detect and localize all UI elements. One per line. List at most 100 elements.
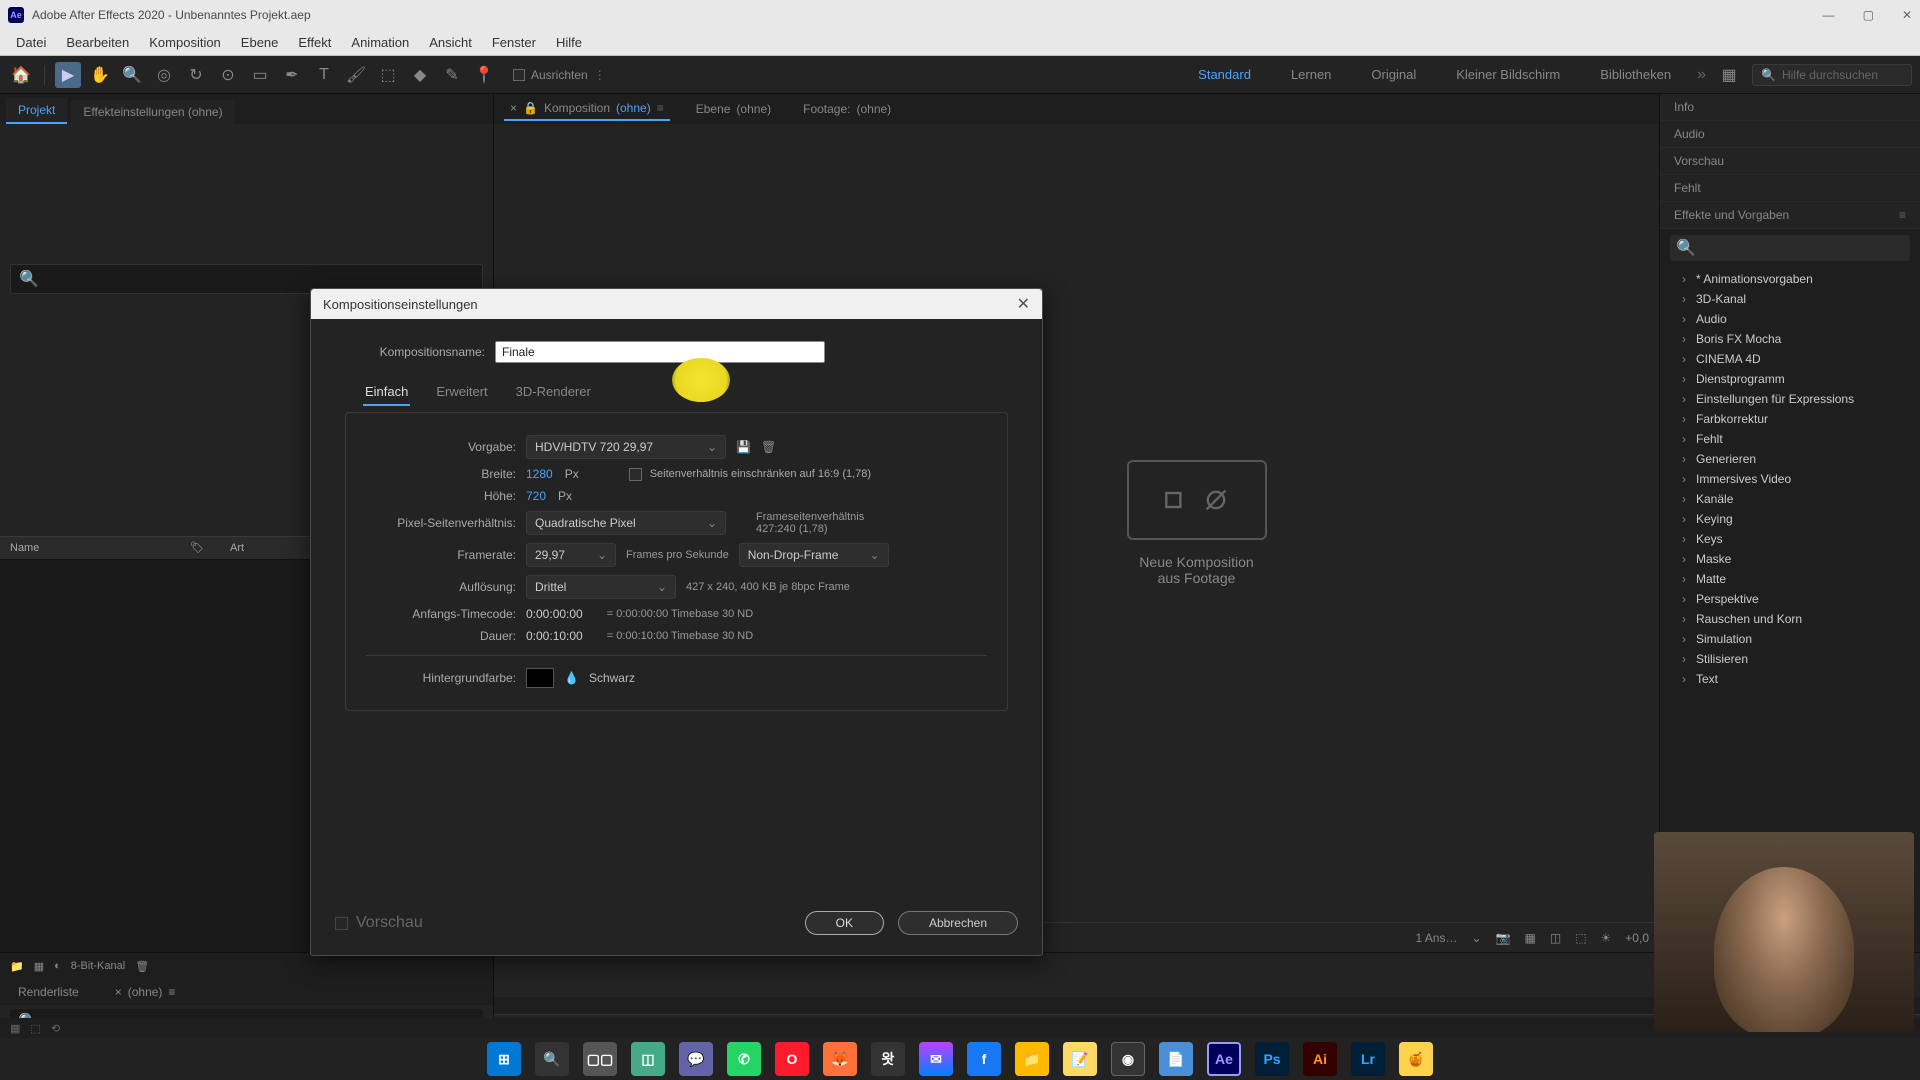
hamburger-icon[interactable]: ≡ [1899,208,1906,222]
tree-item[interactable]: 3D-Kanal [1660,289,1920,309]
taskbar-lr-icon[interactable]: Lr [1351,1042,1385,1076]
workspace-original[interactable]: Original [1371,67,1416,82]
width-value[interactable]: 1280 [526,467,553,481]
minimize-button[interactable]: — [1823,8,1835,22]
tab-projekt[interactable]: Projekt [6,98,67,124]
taskbar-opera-icon[interactable]: O [775,1042,809,1076]
home-tool[interactable]: 🏠 [8,62,34,88]
tab-renderliste[interactable]: Renderliste [10,982,87,1002]
effects-search[interactable]: 🔍 [1670,235,1910,261]
taskbar-obs-icon[interactable]: ◉ [1111,1042,1145,1076]
brush-tool[interactable]: 🖌 [343,62,369,88]
menu-fenster[interactable]: Fenster [482,32,546,53]
tree-item[interactable]: Simulation [1660,629,1920,649]
save-preset-icon[interactable]: 💾 [736,440,751,454]
rect-tool[interactable]: ▭ [247,62,273,88]
tab-3d-renderer[interactable]: 3D-Renderer [514,379,593,406]
duration-value[interactable]: 0:00:10:00 [526,629,583,643]
taskbar-messenger-icon[interactable]: ✉ [919,1042,953,1076]
col-name[interactable]: Name [10,542,190,554]
workspace-more-icon[interactable]: » [1697,66,1706,84]
comp-tab-ebene[interactable]: Ebene (ohne) [690,98,777,120]
col-art[interactable]: Art [230,542,244,554]
status-icon2[interactable]: ⬚ [30,1022,40,1035]
tree-item[interactable]: Fehlt [1660,429,1920,449]
dropframe-select[interactable]: Non-Drop-Frame ⌄ [739,543,889,567]
tree-item[interactable]: CINEMA 4D [1660,349,1920,369]
zoom-tool[interactable]: 🔍 [119,62,145,88]
lock-icon[interactable]: 🔒 [523,101,538,115]
roto-tool[interactable]: ✎ [439,62,465,88]
comp-icon[interactable]: ▦ [34,960,44,973]
view-dropdown[interactable]: 1 Ans… [1415,931,1457,945]
panel-fehlt[interactable]: Fehlt [1660,175,1920,202]
eyedropper-icon[interactable]: 💧 [564,671,579,685]
tree-item[interactable]: Keying [1660,509,1920,529]
taskbar-facebook-icon[interactable]: f [967,1042,1001,1076]
3d-icon[interactable]: ⬚ [1575,931,1586,945]
close-icon[interactable]: × [115,985,122,999]
tab-einfach[interactable]: Einfach [363,379,410,406]
rotate-tool[interactable]: ↻ [183,62,209,88]
trash-icon[interactable]: 🗑 [135,960,149,973]
tree-item[interactable]: Maske [1660,549,1920,569]
orbit-tool[interactable]: ◎ [151,62,177,88]
tree-item[interactable]: * Animationsvorgaben [1660,269,1920,289]
comp-tab-footage[interactable]: Footage: (ohne) [797,98,897,120]
maximize-button[interactable]: ▢ [1863,8,1874,22]
folder-icon[interactable]: 📁 [10,960,24,973]
workspace-lernen[interactable]: Lernen [1291,67,1331,82]
menu-hilfe[interactable]: Hilfe [546,32,592,53]
dialog-titlebar[interactable]: Kompositionseinstellungen ✕ [311,289,1042,319]
start-tc-value[interactable]: 0:00:00:00 [526,607,583,621]
taskbar-ai-icon[interactable]: Ai [1303,1042,1337,1076]
tree-item[interactable]: Stilisieren [1660,649,1920,669]
taskbar-sticky-icon[interactable]: 📝 [1063,1042,1097,1076]
workspace-bibliotheken[interactable]: Bibliotheken [1600,67,1671,82]
panel-info[interactable]: Info [1660,94,1920,121]
tab-menu-icon[interactable]: ≡ [657,101,664,115]
taskbar-search-icon[interactable]: 🔍 [535,1042,569,1076]
tab-erweitert[interactable]: Erweitert [434,379,489,406]
puppet-tool[interactable]: 📍 [471,62,497,88]
taskbar-folder-icon[interactable]: 🍯 [1399,1042,1433,1076]
mask-icon[interactable]: ◫ [1550,931,1561,945]
exposure-value[interactable]: +0,0 [1625,931,1649,945]
resolution-select[interactable]: Drittel ⌄ [526,575,676,599]
preview-checkbox[interactable] [335,917,348,930]
delete-preset-icon[interactable]: 🗑 [761,440,776,454]
tree-item[interactable]: Dienstprogramm [1660,369,1920,389]
close-icon[interactable]: × [510,101,517,115]
exposure-icon[interactable]: ☀ [1601,931,1612,945]
comp-tab-komposition[interactable]: × 🔒 Komposition (ohne) ≡ [504,97,670,121]
lock-aspect-checkbox[interactable] [629,468,642,481]
tree-item[interactable]: Kanäle [1660,489,1920,509]
workspace-standard[interactable]: Standard [1198,67,1251,82]
menu-ansicht[interactable]: Ansicht [419,32,482,53]
bit-depth[interactable]: 8-Bit-Kanal [71,960,125,972]
panel-audio[interactable]: Audio [1660,121,1920,148]
menu-animation[interactable]: Animation [341,32,419,53]
cancel-button[interactable]: Abbrechen [898,911,1018,935]
taskbar-taskview-icon[interactable]: ▢▢ [583,1042,617,1076]
camera-icon[interactable]: 📷 [1496,931,1511,945]
status-icon[interactable]: ▦ [10,1022,20,1035]
selection-tool[interactable]: ▶ [55,62,81,88]
taskbar-explorer-icon[interactable]: 📁 [1015,1042,1049,1076]
height-value[interactable]: 720 [526,489,546,503]
tree-item[interactable]: Perspektive [1660,589,1920,609]
anchor-tool[interactable]: ⊙ [215,62,241,88]
menu-effekt[interactable]: Effekt [288,32,341,53]
dialog-close-button[interactable]: ✕ [1017,294,1030,314]
close-window-button[interactable]: ✕ [1902,8,1912,22]
tree-item[interactable]: Generieren [1660,449,1920,469]
workspace-kleiner[interactable]: Kleiner Bildschirm [1456,67,1560,82]
comp-name-input[interactable] [495,341,825,363]
view-chevron-icon[interactable]: ⌄ [1471,931,1481,945]
taskbar-firefox-icon[interactable]: 🦊 [823,1042,857,1076]
help-search[interactable]: 🔍 Hilfe durchsuchen [1752,64,1912,86]
taskbar-app-icon[interactable]: 왓 [871,1042,905,1076]
taskbar-widgets-icon[interactable]: ◫ [631,1042,665,1076]
clone-tool[interactable]: ⬚ [375,62,401,88]
menu-komposition[interactable]: Komposition [139,32,231,53]
